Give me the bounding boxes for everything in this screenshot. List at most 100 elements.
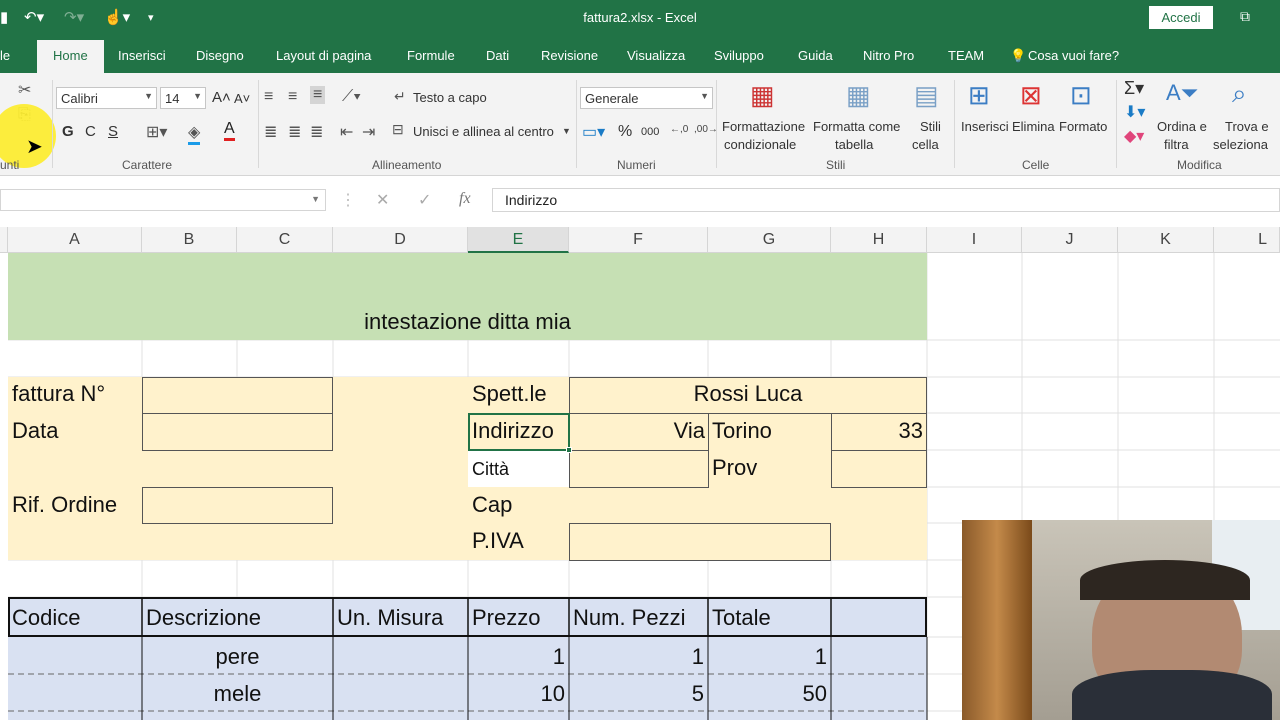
ribbon-display-icon[interactable]: ⧉ xyxy=(1240,8,1250,25)
column-header-g[interactable]: G xyxy=(708,227,831,253)
column-header-k[interactable]: K xyxy=(1118,227,1214,253)
tab-view[interactable]: Visualizza xyxy=(627,48,685,63)
accounting-icon[interactable]: ▭▾ xyxy=(582,122,605,142)
row1-price: 1 xyxy=(552,644,565,669)
tab-file[interactable]: le xyxy=(0,48,10,63)
vat-field[interactable] xyxy=(569,523,831,561)
sort-filter-button[interactable]: Ordina e xyxy=(1157,119,1207,134)
comma-style-button[interactable]: 000 xyxy=(641,126,659,138)
shrink-font-icon[interactable]: A˅ xyxy=(234,91,250,106)
order-ref-label: Rif. Ordine xyxy=(12,492,118,517)
column-header-e[interactable]: E xyxy=(468,227,569,253)
date-label: Data xyxy=(12,418,59,443)
italic-button[interactable]: C xyxy=(85,123,96,140)
row2-total: 50 xyxy=(802,681,827,706)
number-format-select[interactable]: Generale ▼ xyxy=(580,87,713,109)
tab-help[interactable]: Guida xyxy=(798,48,833,63)
decrease-indent-icon[interactable]: ⇤ xyxy=(340,122,353,142)
tab-team[interactable]: TEAM xyxy=(948,48,984,63)
row2-price: 10 xyxy=(540,681,565,706)
merge-dropdown-icon[interactable]: ▼ xyxy=(562,126,571,136)
decrease-decimal-icon[interactable]: ,00→ xyxy=(694,124,718,135)
align-right-icon[interactable]: ≣ xyxy=(310,122,323,142)
underline-button[interactable]: S xyxy=(108,123,118,140)
fill-icon[interactable]: ⬇▾ xyxy=(1124,102,1145,122)
column-header-a[interactable]: A xyxy=(8,227,142,253)
autosum-icon[interactable]: Σ▾ xyxy=(1124,78,1144,99)
ribbon-tabs: le Home Inserisci Disegno Layout di pagi… xyxy=(0,37,1280,73)
tab-data[interactable]: Dati xyxy=(486,48,509,63)
align-middle-icon[interactable]: ≡ xyxy=(288,88,297,106)
mouse-cursor-icon: ➤ xyxy=(26,136,43,158)
align-bottom-icon[interactable]: ≡ xyxy=(310,86,326,104)
cut-icon[interactable]: ✂ xyxy=(18,80,31,100)
increase-indent-icon[interactable]: ⇥ xyxy=(362,122,375,142)
column-header-c[interactable]: C xyxy=(237,227,333,253)
format-table-button[interactable]: Formatta come xyxy=(813,119,900,134)
date-field[interactable] xyxy=(142,413,333,451)
vat-label: P.IVA xyxy=(472,528,524,553)
borders-icon[interactable]: ⊞▾ xyxy=(146,122,167,142)
font-color-icon[interactable]: A xyxy=(224,120,235,141)
tab-review[interactable]: Revisione xyxy=(541,48,598,63)
align-left-icon[interactable]: ≣ xyxy=(264,122,277,142)
invoice-number-label: fattura N° xyxy=(12,381,106,406)
column-header-i[interactable]: I xyxy=(927,227,1022,253)
city-field[interactable] xyxy=(569,450,709,488)
column-header-j[interactable]: J xyxy=(1022,227,1118,253)
tab-formulas[interactable]: Formule xyxy=(407,48,455,63)
enter-icon[interactable]: ✓ xyxy=(418,190,431,210)
clear-icon[interactable]: ◆▾ xyxy=(1124,126,1144,146)
column-header-l[interactable]: L xyxy=(1214,227,1280,253)
merge-center-icon: ⊟ xyxy=(392,121,404,137)
delete-cells-icon: ⊠ xyxy=(1020,80,1042,110)
column-header-h[interactable]: H xyxy=(831,227,927,253)
conditional-format-button[interactable]: Formattazione xyxy=(722,119,805,134)
table-header-code: Codice xyxy=(12,605,81,630)
address-label: Indirizzo xyxy=(472,418,554,443)
group-styles: Stili xyxy=(826,158,846,172)
insert-function-icon[interactable]: fx xyxy=(459,190,471,208)
tab-page-layout[interactable]: Layout di pagina xyxy=(276,48,371,63)
signin-button[interactable]: Accedi xyxy=(1149,6,1213,29)
align-center-icon[interactable]: ≣ xyxy=(288,122,301,142)
recipient-label: Spett.le xyxy=(472,381,547,406)
fill-color-icon[interactable]: ◈ xyxy=(188,122,201,145)
orientation-icon[interactable]: ⟋▾ xyxy=(342,88,361,106)
province-field[interactable] xyxy=(831,450,927,488)
format-table-icon: ▦ xyxy=(846,80,871,110)
find-select-button[interactable]: Trova e xyxy=(1225,119,1269,134)
insert-cells-button[interactable]: Inserisci xyxy=(961,119,1009,134)
group-font: Carattere xyxy=(122,158,173,172)
cell-styles-label2: cella xyxy=(912,137,939,152)
formula-input[interactable]: Indirizzo xyxy=(492,188,1280,212)
invoice-number-field[interactable] xyxy=(142,377,333,414)
merge-center-button[interactable]: Unisci e allinea al centro xyxy=(413,124,554,139)
tab-nitro[interactable]: Nitro Pro xyxy=(863,48,914,63)
delete-cells-button[interactable]: Elimina xyxy=(1012,119,1055,134)
table-header-unit: Un. Misura xyxy=(337,605,444,630)
increase-decimal-icon[interactable]: ←,0 xyxy=(670,124,688,135)
wrap-text-button[interactable]: Testo a capo xyxy=(413,90,487,105)
column-header-d[interactable]: D xyxy=(333,227,468,253)
column-header-b[interactable]: B xyxy=(142,227,237,253)
cell-styles-button[interactable]: Stili xyxy=(920,119,941,134)
name-box[interactable]: ▼ xyxy=(0,189,326,211)
column-header-f[interactable]: F xyxy=(569,227,708,253)
tab-insert[interactable]: Inserisci xyxy=(118,48,166,63)
order-ref-field[interactable] xyxy=(142,487,333,524)
grow-font-icon[interactable]: A˄ xyxy=(212,89,231,106)
tell-me-search[interactable]: Cosa vuoi fare? xyxy=(1028,48,1119,63)
font-size-select[interactable]: 14 ▼ xyxy=(160,87,206,109)
format-cells-button[interactable]: Formato xyxy=(1059,119,1107,134)
cancel-icon[interactable]: ✕ xyxy=(376,190,389,210)
bold-button[interactable]: G xyxy=(62,123,74,140)
tab-draw[interactable]: Disegno xyxy=(196,48,244,63)
row2-quantity: 5 xyxy=(691,681,704,706)
select-all-corner[interactable] xyxy=(0,227,8,253)
tab-home[interactable]: Home xyxy=(37,40,104,73)
percent-button[interactable]: % xyxy=(618,123,632,141)
font-name-select[interactable]: Calibri ▼ xyxy=(56,87,157,109)
tab-developer[interactable]: Sviluppo xyxy=(714,48,764,63)
align-top-icon[interactable]: ≡ xyxy=(264,88,273,106)
